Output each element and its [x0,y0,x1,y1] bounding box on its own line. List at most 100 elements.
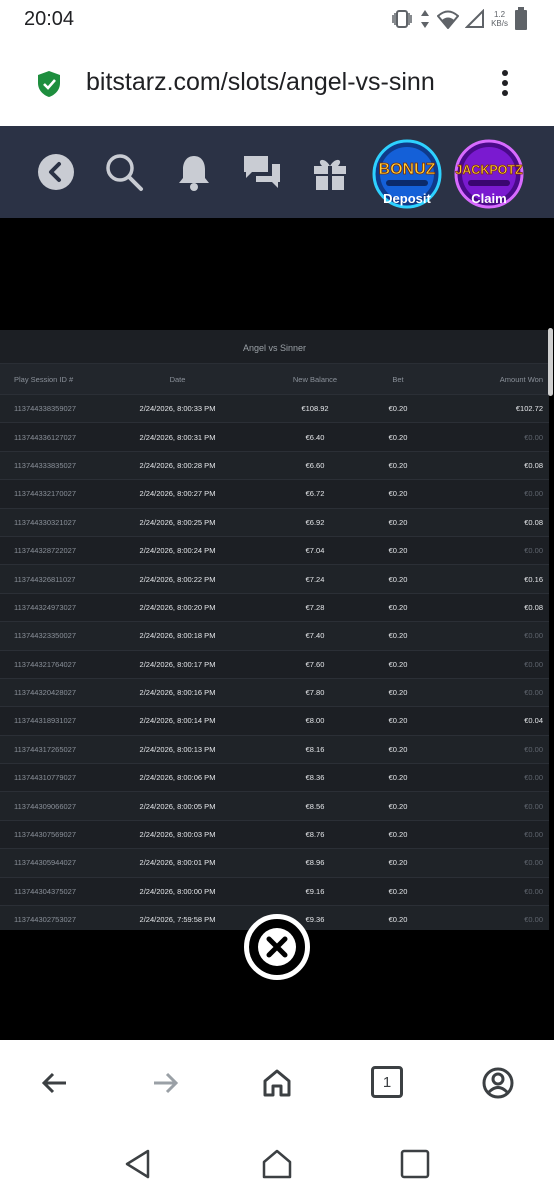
cell-new-balance: €7.40 [305,631,325,641]
col-bet: Bet [392,374,404,384]
cell-bet: €0.20 [388,460,408,470]
cell-amount-won: €0.00 [524,744,543,754]
cell-session-id: 113744332170027 [14,489,77,499]
cell-bet: €0.20 [388,830,408,840]
cell-new-balance: €8.00 [305,716,325,726]
table-row: 113744304375027 2/24/2026, 8:00:00 PM €9.1… [0,876,549,905]
browser-back-icon[interactable] [38,1066,72,1100]
cell-date: 2/24/2026, 8:00:33 PM [139,404,216,414]
cell-date: 2/24/2026, 8:00:05 PM [139,801,216,811]
cell-new-balance: €8.96 [305,858,325,868]
browser-bottom-nav: 1 [0,1040,554,1130]
back-icon[interactable] [36,152,76,192]
table-row: 113744332170027 2/24/2026, 8:00:27 PM €6.7… [0,479,549,507]
cell-bet: €0.20 [388,716,408,726]
secure-shield-icon[interactable] [36,70,62,98]
cell-session-id: 113744328722027 [14,546,77,556]
table-row: 113744324973027 2/24/2026, 8:00:20 PM €7.2… [0,592,549,621]
table-scrollbar[interactable] [548,328,553,396]
close-history-button[interactable] [244,914,310,980]
cell-date: 2/24/2026, 8:00:17 PM [139,659,216,669]
table-row: 113744320428027 2/24/2026, 8:00:16 PM €7.8… [0,677,549,707]
cell-date: 2/24/2026, 8:00:00 PM [139,886,216,896]
chat-icon[interactable] [242,152,282,192]
tab-count: 1 [382,1073,392,1091]
cell-amount-won: €0.08 [524,602,543,612]
cell-date: 2/24/2026, 8:00:31 PM [139,432,216,442]
bet-history-table[interactable]: Angel vs Sinner Play Session ID # Date N… [0,330,549,930]
cell-date: 2/24/2026, 8:00:22 PM [139,574,216,584]
cell-session-id: 113744321764027 [14,659,77,669]
cell-date: 2/24/2026, 8:00:20 PM [139,602,216,612]
cell-amount-won: €0.00 [524,631,543,641]
cell-amount-won: €0.04 [524,716,543,726]
cell-bet: €0.20 [388,602,408,612]
net-speed-unit: KB/s [491,19,508,28]
cell-bet: €0.20 [388,631,408,641]
account-icon[interactable] [481,1066,515,1100]
cell-new-balance: €6.72 [305,489,325,499]
home-icon[interactable] [260,1066,294,1100]
cell-new-balance: €8.16 [305,744,325,754]
cell-bet: €0.20 [388,546,408,556]
cell-session-id: 113744318931027 [14,716,77,726]
cell-new-balance: €108.92 [301,404,329,414]
cell-date: 2/24/2026, 7:59:58 PM [139,915,216,925]
cell-session-id: 113744307569027 [14,830,77,840]
bonuz-deposit-label: Deposit [383,191,431,206]
cell-amount-won: €0.00 [524,432,543,442]
cell-date: 2/24/2026, 8:00:13 PM [139,744,216,754]
system-back-icon[interactable] [122,1148,154,1180]
cell-session-id: 113744320428027 [14,688,77,698]
cell-amount-won: €0.00 [524,801,543,811]
cell-date: 2/24/2026, 8:00:24 PM [139,546,216,556]
bell-icon[interactable] [174,152,214,192]
cell-date: 2/24/2026, 8:00:16 PM [139,688,216,698]
table-row: 113744307569027 2/24/2026, 8:00:03 PM €8.7… [0,819,549,848]
cell-amount-won: €0.08 [524,517,543,527]
more-menu-icon[interactable] [494,68,516,98]
cell-session-id: 113744310779027 [14,773,77,783]
data-arrows-icon [421,10,430,28]
table-row: 113744318931027 2/24/2026, 8:00:14 PM €8.0… [0,706,549,734]
cell-new-balance: €7.28 [305,602,325,612]
cell-session-id: 113744304375027 [14,886,77,896]
cell-amount-won: €0.00 [524,858,543,868]
table-row: 113744323350027 2/24/2026, 8:00:18 PM €7.4… [0,621,549,650]
net-speed-value: 1.2 [493,10,506,19]
site-header: BONUZ Deposit JACKPOTZ Claim [0,126,554,218]
tab-switcher-button[interactable]: 1 [371,1066,403,1098]
jackpotz-claim-button[interactable]: JACKPOTZ Claim [454,138,524,210]
status-bar: 20:04 1.2 KB/s [0,0,554,40]
system-recents-icon[interactable] [399,1148,431,1180]
cell-date: 2/24/2026, 8:00:27 PM [139,489,216,499]
cell-amount-won: €102.72 [515,404,543,414]
search-icon[interactable] [104,152,144,192]
table-row: 113744310779027 2/24/2026, 8:00:06 PM €8.3… [0,763,549,791]
gift-icon[interactable] [310,152,350,192]
battery-icon [515,7,527,30]
cell-amount-won: €0.16 [524,574,543,584]
table-row: 113744330321027 2/24/2026, 8:00:25 PM €6.9… [0,507,549,536]
cell-date: 2/24/2026, 8:00:03 PM [139,830,216,840]
cell-bet: €0.20 [388,744,408,754]
browser-forward-icon[interactable] [148,1066,182,1100]
cell-bet: €0.20 [388,688,408,698]
cell-session-id: 113744338359027 [14,404,77,414]
cell-amount-won: €0.00 [524,773,543,783]
table-row: 113744305944027 2/24/2026, 8:00:01 PM €8.9… [0,848,549,877]
bonuz-deposit-button[interactable]: BONUZ Deposit [372,138,442,210]
url-text[interactable]: bitstarz.com/slots/angel-vs-sinn [86,68,470,97]
cell-bet: €0.20 [388,915,408,925]
cell-bet: €0.20 [388,574,408,584]
cell-date: 2/24/2026, 8:00:18 PM [139,631,216,641]
cell-bet: €0.20 [388,432,408,442]
signal-icon [465,9,485,28]
vibrate-icon [392,10,412,28]
cell-date: 2/24/2026, 8:00:25 PM [139,517,216,527]
system-home-icon[interactable] [261,1148,293,1180]
jackpotz-logo-text: JACKPOTZ [455,163,523,177]
cell-new-balance: €6.40 [305,432,325,442]
table-row: 113744321764027 2/24/2026, 8:00:17 PM €7.6… [0,649,549,678]
jackpotz-claim-label: Claim [471,191,507,206]
